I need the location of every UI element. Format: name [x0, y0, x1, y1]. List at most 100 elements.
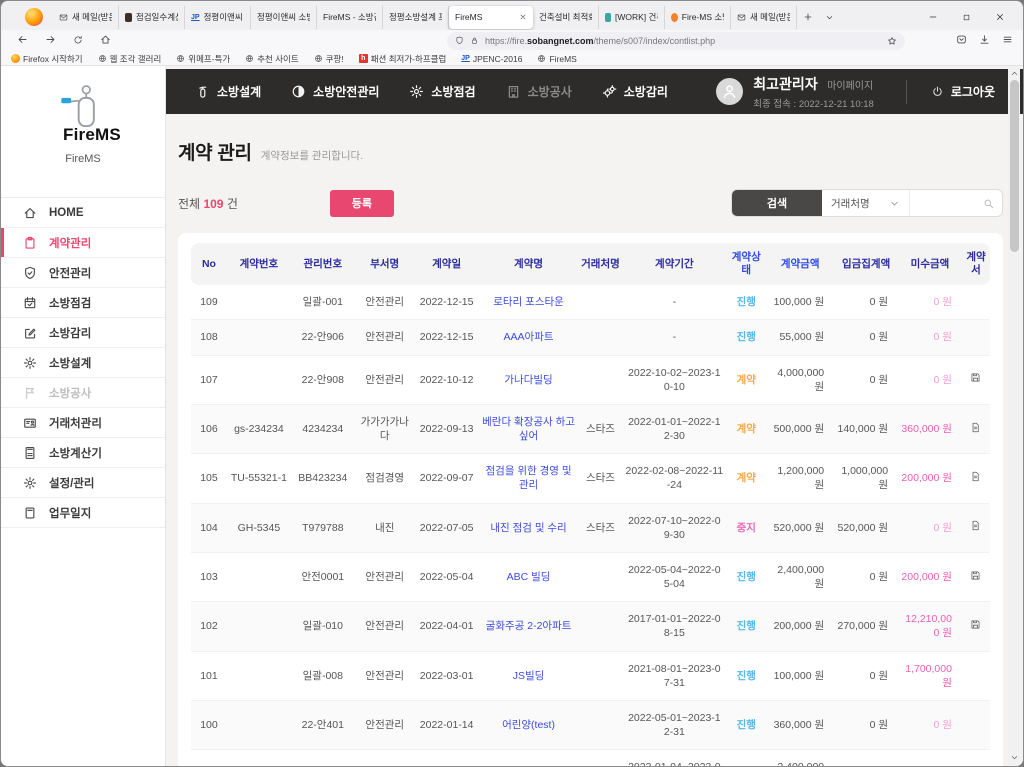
cell-no: 107 [191, 355, 227, 404]
pocket-icon[interactable] [956, 32, 967, 50]
table-row: 10822-안906안전관리2022-12-15AAA아파트-진행55,000 … [191, 320, 990, 355]
sidebar-item-설정/관리[interactable]: 설정/관리 [1, 468, 165, 498]
search-input-wrap [910, 190, 1002, 216]
column-header: 계약번호 [227, 243, 291, 285]
minimize-button[interactable] [928, 12, 938, 22]
contract-link[interactable]: 베란다 확장공사 하고 싶어 [482, 416, 575, 442]
cell-period: - [622, 285, 726, 320]
contract-link[interactable]: 로타리 포스타운 [493, 296, 564, 308]
contract-link[interactable]: 어린양(test) [502, 719, 555, 731]
reload-button[interactable] [73, 32, 83, 50]
sidebar-item-소방계산기[interactable]: 소방계산기 [1, 438, 165, 468]
search-input[interactable] [918, 197, 978, 210]
browser-tab[interactable]: Fire-MS 소방넷 [665, 6, 731, 29]
maximize-button[interactable] [962, 13, 971, 22]
sidebar-item-거래처관리[interactable]: 거래처관리 [1, 408, 165, 438]
browser-tab[interactable]: FireMS [449, 6, 533, 29]
cell-mgmt-no: 일괄-010 [291, 602, 355, 651]
close-window-button[interactable] [995, 12, 1005, 22]
browser-tab[interactable]: JP정평이앤씨 소방 [185, 6, 251, 29]
search-button[interactable]: 검색 [732, 190, 822, 216]
envelope-icon [59, 13, 68, 22]
cell-amount: 500,000 원 [766, 404, 834, 453]
doc-icon[interactable] [970, 520, 981, 531]
browser-tab[interactable]: 새 메일(받은메일 [731, 6, 797, 29]
column-header: 거래처명 [578, 243, 622, 285]
contract-link[interactable]: AAA아파트 [504, 331, 554, 343]
bookmark-item[interactable]: 쿠팡! [314, 53, 344, 65]
cell-dept: 가가가가나다 [355, 404, 415, 453]
shield-permissions-icon[interactable] [455, 32, 464, 50]
bookmark-item[interactable]: 웹 조각 갤러리 [98, 53, 162, 65]
sidebar-item-계약관리[interactable]: 계약관리 [1, 228, 165, 258]
logout-button[interactable]: 로그아웃 [931, 83, 995, 100]
sidebar-item-소방공사[interactable]: 소방공사 [1, 378, 165, 408]
contract-link[interactable]: 가나다빌딩 [504, 374, 552, 386]
lock-icon[interactable] [470, 32, 479, 50]
cell-doc [962, 602, 990, 651]
home-button[interactable] [100, 32, 111, 50]
browser-tab[interactable]: 정평소방설계 프로그 [383, 6, 449, 29]
scroll-down-icon[interactable] [1010, 753, 1019, 762]
cell-status: 진행 [726, 750, 766, 766]
save-icon[interactable] [970, 372, 981, 383]
search-filter-select[interactable]: 거래처명 [822, 190, 910, 216]
browser-window: 새 메일(받은메일점검일수계산기JP정평이앤씨 소방정평이앤씨 소방안전Fire… [1, 1, 1023, 766]
browser-tab[interactable]: FireMS - 소방감리 프 [317, 6, 383, 29]
cell-name: 굴화주공 2-2아파트 [479, 602, 579, 651]
browser-tab[interactable]: 점검일수계산기 [119, 6, 185, 29]
browser-tab[interactable]: [WORK] 건축설비 [599, 6, 665, 29]
save-icon[interactable] [970, 570, 981, 581]
bookmark-item[interactable]: h패션 최저가-하프클럽 [359, 53, 447, 65]
cell-mgmt-no: T979788 [291, 503, 355, 552]
bookmark-item[interactable]: 추천 사이트 [245, 53, 298, 65]
browser-tab[interactable]: 새 메일(받은메일 [53, 6, 119, 29]
sidebar-item-소방설계[interactable]: 소방설계 [1, 348, 165, 378]
sidebar-item-안전관리[interactable]: 안전관리 [1, 258, 165, 288]
tab-list-chevron-icon[interactable] [825, 13, 834, 22]
close-tab-icon[interactable] [519, 13, 527, 21]
downloads-icon[interactable] [979, 32, 990, 50]
topnav-item-소방설계[interactable]: 소방설계 [180, 83, 276, 100]
scroll-up-icon[interactable] [1010, 69, 1019, 78]
topnav-item-소방공사[interactable]: 소방공사 [491, 83, 587, 100]
hamburger-menu-icon[interactable] [1002, 32, 1013, 50]
bookmark-item[interactable]: FireMS [537, 54, 576, 64]
calendar-check-icon [23, 296, 37, 310]
register-button[interactable]: 등록 [330, 190, 394, 217]
contract-link[interactable]: 내진 점검 및 수리 [490, 522, 566, 534]
contract-link[interactable]: 점검을 위한 경영 및 관리 [486, 465, 572, 491]
topnav-item-소방안전관리[interactable]: 소방안전관리 [276, 83, 394, 100]
cell-doc [962, 701, 990, 750]
topnav-item-소방감리[interactable]: 소방감리 [587, 83, 683, 100]
scrollbar-thumb[interactable] [1010, 80, 1019, 252]
firefox-icon[interactable] [25, 8, 43, 26]
save-icon[interactable] [970, 619, 981, 630]
avatar[interactable] [716, 78, 743, 105]
contract-link[interactable]: ABC 빌딩 [507, 571, 551, 583]
topnav-item-소방점검[interactable]: 소방점검 [394, 83, 490, 100]
browser-tab[interactable]: 정평이앤씨 소방안전 [251, 6, 317, 29]
forward-button[interactable] [45, 32, 56, 50]
sidebar-item-HOME[interactable]: HOME [1, 198, 165, 228]
column-header: 입금집계액 [834, 243, 898, 285]
page-scrollbar[interactable] [1008, 67, 1020, 764]
doc-icon[interactable] [970, 422, 981, 433]
sidebar-item-업무일지[interactable]: 업무일지 [1, 498, 165, 528]
bookmark-item[interactable]: 위메프-특가 [176, 53, 230, 65]
bookmark-item[interactable]: JPJPENC-2016 [461, 54, 522, 64]
sidebar-item-소방점검[interactable]: 소방점검 [1, 288, 165, 318]
bookmark-star-icon[interactable] [887, 36, 897, 46]
new-tab-button[interactable] [803, 12, 813, 22]
search-icon[interactable] [983, 198, 994, 209]
bookmark-item[interactable]: Firefox 시작하기 [11, 53, 83, 65]
sidebar-item-소방감리[interactable]: 소방감리 [1, 318, 165, 348]
doc-icon[interactable] [970, 471, 981, 482]
address-bar[interactable]: https://fire.sobangnet.com/theme/s007/in… [447, 32, 905, 50]
cell-status: 진행 [726, 701, 766, 750]
contract-link[interactable]: JS빌딩 [513, 670, 545, 682]
mypage-link[interactable]: 마이페이지 [827, 81, 873, 92]
back-button[interactable] [17, 32, 28, 50]
contract-link[interactable]: 굴화주공 2-2아파트 [486, 620, 572, 632]
browser-tab[interactable]: 건축설비 최적화 시스 [533, 6, 599, 29]
